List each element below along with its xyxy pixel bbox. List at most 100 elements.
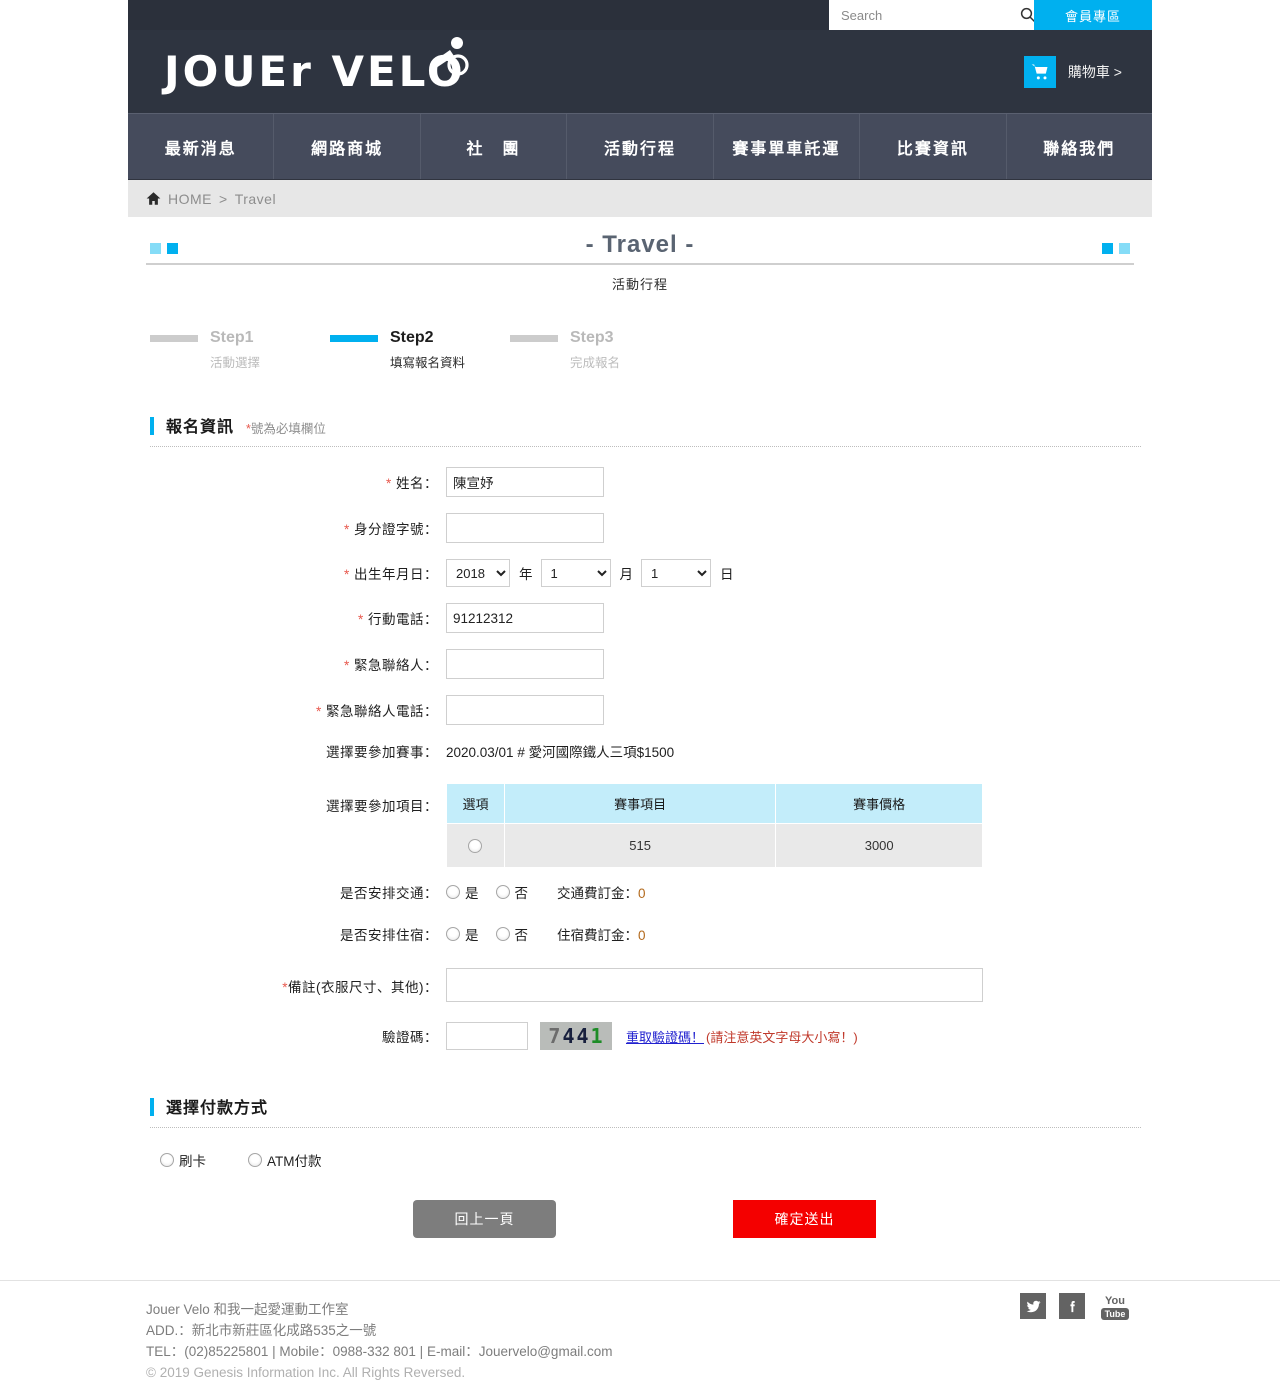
twitter-icon[interactable]	[1020, 1293, 1046, 1319]
label-birthdate: * 出生年月日：	[343, 567, 438, 582]
label-memo: *備註(衣服尺寸、其他)：	[146, 968, 446, 996]
captcha-refresh-link[interactable]: 重取驗證碼！	[626, 1027, 704, 1046]
id-number-input[interactable]	[446, 513, 604, 543]
payment-option-atm[interactable]: ATM付款	[248, 1150, 322, 1170]
nav-item-shop[interactable]: 網路商城	[274, 114, 421, 179]
credit-card-radio[interactable]	[160, 1153, 174, 1167]
payment-option-credit-card[interactable]: 刷卡	[160, 1150, 206, 1170]
transport-yes-radio[interactable]	[446, 885, 460, 899]
field-row-lodging: 是否安排住宿： 是 否 住宿費訂金：0	[146, 924, 1134, 944]
transport-no-label: 否	[514, 886, 529, 901]
nav-item-news[interactable]: 最新消息	[128, 114, 275, 179]
step-1-desc: 活動選擇	[210, 356, 261, 370]
main-content: - Travel - 活動行程 Step1 活動選擇 Step2 填寫報名資料	[128, 217, 1152, 1238]
field-row-selected-event: 選擇要參加賽事： 2020.03/01 # 愛河國際鐵人三項$1500	[146, 741, 1134, 761]
nav-item-club[interactable]: 社 團	[421, 114, 568, 179]
site-logo[interactable]: JOUEr VELO	[164, 36, 470, 96]
shopping-cart-icon[interactable]	[1023, 55, 1056, 88]
member-area-button[interactable]: 會員專區	[1034, 0, 1152, 30]
breadcrumb-separator: >	[219, 190, 228, 207]
label-transport: 是否安排交通：	[340, 886, 438, 901]
memo-textarea[interactable]	[446, 968, 983, 1002]
cell-option[interactable]	[446, 823, 505, 868]
field-row-id: * 身分證字號：	[146, 513, 1134, 543]
transport-fee-label: 交通費訂金：	[557, 886, 638, 901]
cart-link[interactable]: 購物車 >	[1023, 55, 1122, 88]
logo-text: JOUEr VELO	[164, 47, 466, 96]
col-header-price: 賽事價格	[775, 783, 983, 824]
name-input[interactable]	[446, 467, 604, 497]
lodging-no-radio[interactable]	[495, 927, 510, 941]
required-note-text: 號為必填欄位	[250, 422, 326, 436]
logo-bar: JOUEr VELO 購物車 >	[128, 30, 1152, 113]
birth-year-select[interactable]: 2018	[446, 559, 510, 587]
payment-section-rule	[150, 1127, 1141, 1128]
transport-no-radio[interactable]	[495, 885, 510, 899]
page-subtitle: 活動行程	[611, 277, 668, 292]
table-row[interactable]: 515 3000	[446, 823, 983, 868]
atm-label: ATM付款	[267, 1154, 322, 1169]
facebook-icon[interactable]	[1059, 1293, 1085, 1319]
emergency-phone-input[interactable]	[446, 695, 604, 725]
nav-item-race-info[interactable]: 比賽資訊	[860, 114, 1007, 179]
transport-fee: 交通費訂金：0	[557, 882, 646, 902]
label-event-items: 選擇要參加項目：	[326, 799, 438, 814]
footer-text-block: Jouer Velo 和我一起愛運動工作室 ADD.：新北市新莊區化成路535之…	[146, 1299, 612, 1383]
required-note: *號為必填欄位	[246, 418, 326, 437]
footer-address: ADD.：新北市新莊區化成路535之一號	[146, 1323, 377, 1338]
col-header-option: 選項	[446, 783, 505, 824]
mobile-input[interactable]	[446, 603, 604, 633]
lodging-yes-option[interactable]: 是	[446, 924, 479, 944]
page-title-rule: - Travel -	[146, 231, 1134, 265]
step-3-bar	[510, 334, 558, 342]
field-row-name: * 姓名：	[146, 467, 1134, 497]
submit-button[interactable]: 確定送出	[733, 1200, 876, 1238]
lodging-no-label: 否	[514, 928, 529, 943]
youtube-icon[interactable]: You Tube	[1098, 1293, 1132, 1323]
transport-yes-label: 是	[465, 886, 479, 901]
field-row-memo: *備註(衣服尺寸、其他)：	[146, 968, 1134, 1002]
breadcrumb-home[interactable]: HOME	[168, 191, 212, 207]
lodging-no-option[interactable]: 否	[495, 924, 529, 944]
registration-form: * 姓名： * 身分證字號： * 出生年月日：	[146, 467, 1134, 1050]
birth-day-select[interactable]: 1	[641, 559, 711, 587]
social-links: You Tube	[1020, 1293, 1132, 1323]
captcha-image: 7 4 4 1	[540, 1022, 612, 1050]
home-icon[interactable]	[146, 191, 161, 206]
lodging-fee: 住宿費訂金：0	[557, 924, 646, 944]
captcha-input[interactable]	[446, 1022, 528, 1050]
cart-label: 購物車 >	[1067, 63, 1122, 80]
step-2-bar	[330, 334, 378, 342]
nav-item-travel[interactable]: 活動行程	[567, 114, 714, 179]
search-input[interactable]	[839, 1, 1019, 29]
registration-section: 報名資訊 *號為必填欄位 * 姓名： * 身分證字號：	[146, 413, 1141, 1050]
lodging-fee-label: 住宿費訂金：	[557, 928, 638, 943]
emergency-contact-input[interactable]	[446, 649, 604, 679]
transport-yes-option[interactable]: 是	[446, 882, 479, 902]
step-2[interactable]: Step2 填寫報名資料	[330, 329, 510, 371]
transport-fee-value: 0	[638, 886, 646, 901]
birth-month-select[interactable]: 1	[540, 559, 611, 587]
step-2-label: Step2	[390, 329, 434, 346]
step-1[interactable]: Step1 活動選擇	[150, 329, 330, 371]
back-button[interactable]: 回上一頁	[413, 1200, 556, 1238]
cell-item: 515	[503, 823, 777, 868]
label-memo-text: 備註(衣服尺寸、其他)：	[288, 980, 438, 995]
credit-card-label: 刷卡	[179, 1154, 206, 1169]
atm-radio[interactable]	[248, 1153, 262, 1167]
registration-section-rule	[150, 446, 1141, 447]
birth-day-unit: 日	[720, 567, 734, 582]
nav-item-contact[interactable]: 聯絡我們	[1007, 114, 1152, 179]
event-item-radio[interactable]	[468, 839, 483, 854]
field-row-birthdate: * 出生年月日： 2018 年 1 月 1 日	[146, 559, 1134, 587]
field-row-mobile: * 行動電話：	[146, 603, 1134, 633]
lodging-yes-radio[interactable]	[446, 927, 460, 941]
selected-event-value: 2020.03/01 # 愛河國際鐵人三項$1500	[446, 745, 675, 760]
search-box[interactable]	[829, 0, 1036, 30]
captcha-digit-3: 4	[576, 1024, 590, 1048]
label-emergency-phone-text: 緊急聯絡人電話：	[326, 704, 438, 719]
nav-item-bike-shipping[interactable]: 賽事單車託運	[714, 114, 861, 179]
label-name-text: 姓名：	[396, 476, 438, 491]
transport-no-option[interactable]: 否	[495, 882, 529, 902]
step-3[interactable]: Step3 完成報名	[510, 329, 690, 371]
